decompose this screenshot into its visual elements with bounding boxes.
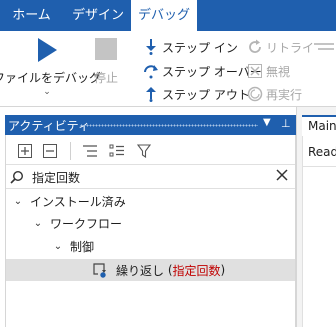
stop-label: 停止 <box>93 71 118 85</box>
search-input[interactable] <box>32 168 262 186</box>
step-into-icon <box>143 39 159 55</box>
rerun-button[interactable]: 再実行 <box>247 84 302 104</box>
result-label: 繰り返し <box>116 263 165 278</box>
category-view-icon[interactable] <box>109 143 125 159</box>
tree-item-label: インストール済み <box>30 194 126 209</box>
retry-label: リトライ <box>266 40 315 55</box>
overflow-icon[interactable] <box>314 37 334 57</box>
debug-file-button[interactable]: ファイルをデバッグ ⌄ <box>0 37 101 97</box>
chevron-down-icon[interactable]: ⌄ <box>52 241 64 252</box>
filter-icon[interactable] <box>136 143 152 159</box>
panel-title: アクティビティ <box>8 119 90 133</box>
ignore-button[interactable]: 無視 <box>247 61 290 81</box>
stop-icon <box>94 37 118 64</box>
step-out-icon <box>143 86 159 102</box>
toolbar-divider <box>70 142 71 160</box>
document-row-divider <box>302 166 336 167</box>
panel-toolbar <box>6 135 295 165</box>
retry-icon <box>247 39 263 55</box>
ignore-icon <box>247 63 263 79</box>
activity-result-repeat[interactable]: 繰り返し ( 指定回数 ) <box>6 259 295 281</box>
clear-search-icon[interactable] <box>276 169 288 184</box>
step-out-label: ステップ アウト <box>162 87 250 102</box>
tab-home[interactable]: ホーム <box>4 0 59 31</box>
tree-item-control[interactable]: ⌄ 制御 <box>6 235 295 257</box>
result-close-paren: ) <box>220 263 226 277</box>
result-open-paren: ( <box>164 263 173 277</box>
tree-item-label: 制御 <box>70 239 95 254</box>
collapse-all-icon[interactable] <box>42 143 58 159</box>
search-icon <box>10 170 24 187</box>
pin-icon[interactable]: ⊥ <box>281 117 291 130</box>
retry-button[interactable]: リトライ <box>247 37 314 57</box>
tree-item-workflow[interactable]: ⌄ ワークフロー <box>6 212 295 234</box>
play-icon <box>36 37 58 66</box>
repeat-activity-icon <box>92 262 108 278</box>
activity-search-bar <box>6 165 295 189</box>
document-body <box>302 136 336 327</box>
ignore-label: 無視 <box>266 64 291 79</box>
rerun-label: 再実行 <box>266 87 303 102</box>
chevron-down-icon[interactable]: ⌄ <box>12 196 24 207</box>
panel-grip[interactable] <box>80 124 258 127</box>
chevron-down-icon: ⌄ <box>43 87 51 97</box>
activities-panel: ⌄ インストール済み ⌄ ワークフロー ⌄ 制御 繰り返し ( 指定回数 ) <box>5 135 296 327</box>
step-over-icon <box>143 63 159 79</box>
step-into-label: ステップ イン <box>162 40 238 55</box>
tree-item-label: ワークフロー <box>50 216 123 231</box>
chevron-down-icon[interactable]: ⌄ <box>32 218 44 229</box>
step-into-button[interactable]: ステップ イン <box>143 37 238 57</box>
tree-item-installed[interactable]: ⌄ インストール済み <box>6 190 295 212</box>
document-row-text: Read <box>308 145 336 159</box>
debug-file-label: ファイルをデバッグ <box>0 71 102 85</box>
result-match-highlight: 指定回数 <box>172 263 221 278</box>
expand-all-icon[interactable] <box>17 143 33 159</box>
tab-debug[interactable]: デバッグ <box>131 0 197 31</box>
tab-main-document[interactable]: Main <box>302 115 336 136</box>
panel-menu-chevron-icon[interactable]: ▼ <box>263 117 271 128</box>
stop-button[interactable]: 停止 <box>92 37 120 86</box>
step-out-button[interactable]: ステップ アウト <box>143 84 250 104</box>
ribbon-body: ファイルをデバッグ ⌄ 停止 ステップ イン ステップ オーバー ステップ アウ… <box>0 31 336 107</box>
activities-panel-header: アクティビティ ▼ ⊥ <box>5 115 296 135</box>
tab-design[interactable]: デザイン <box>63 0 133 31</box>
list-view-icon[interactable] <box>82 143 98 159</box>
ribbon-tabbar: ホーム デザイン デバッグ <box>0 0 336 31</box>
step-over-button[interactable]: ステップ オーバー <box>143 61 262 81</box>
rerun-icon <box>247 86 263 102</box>
